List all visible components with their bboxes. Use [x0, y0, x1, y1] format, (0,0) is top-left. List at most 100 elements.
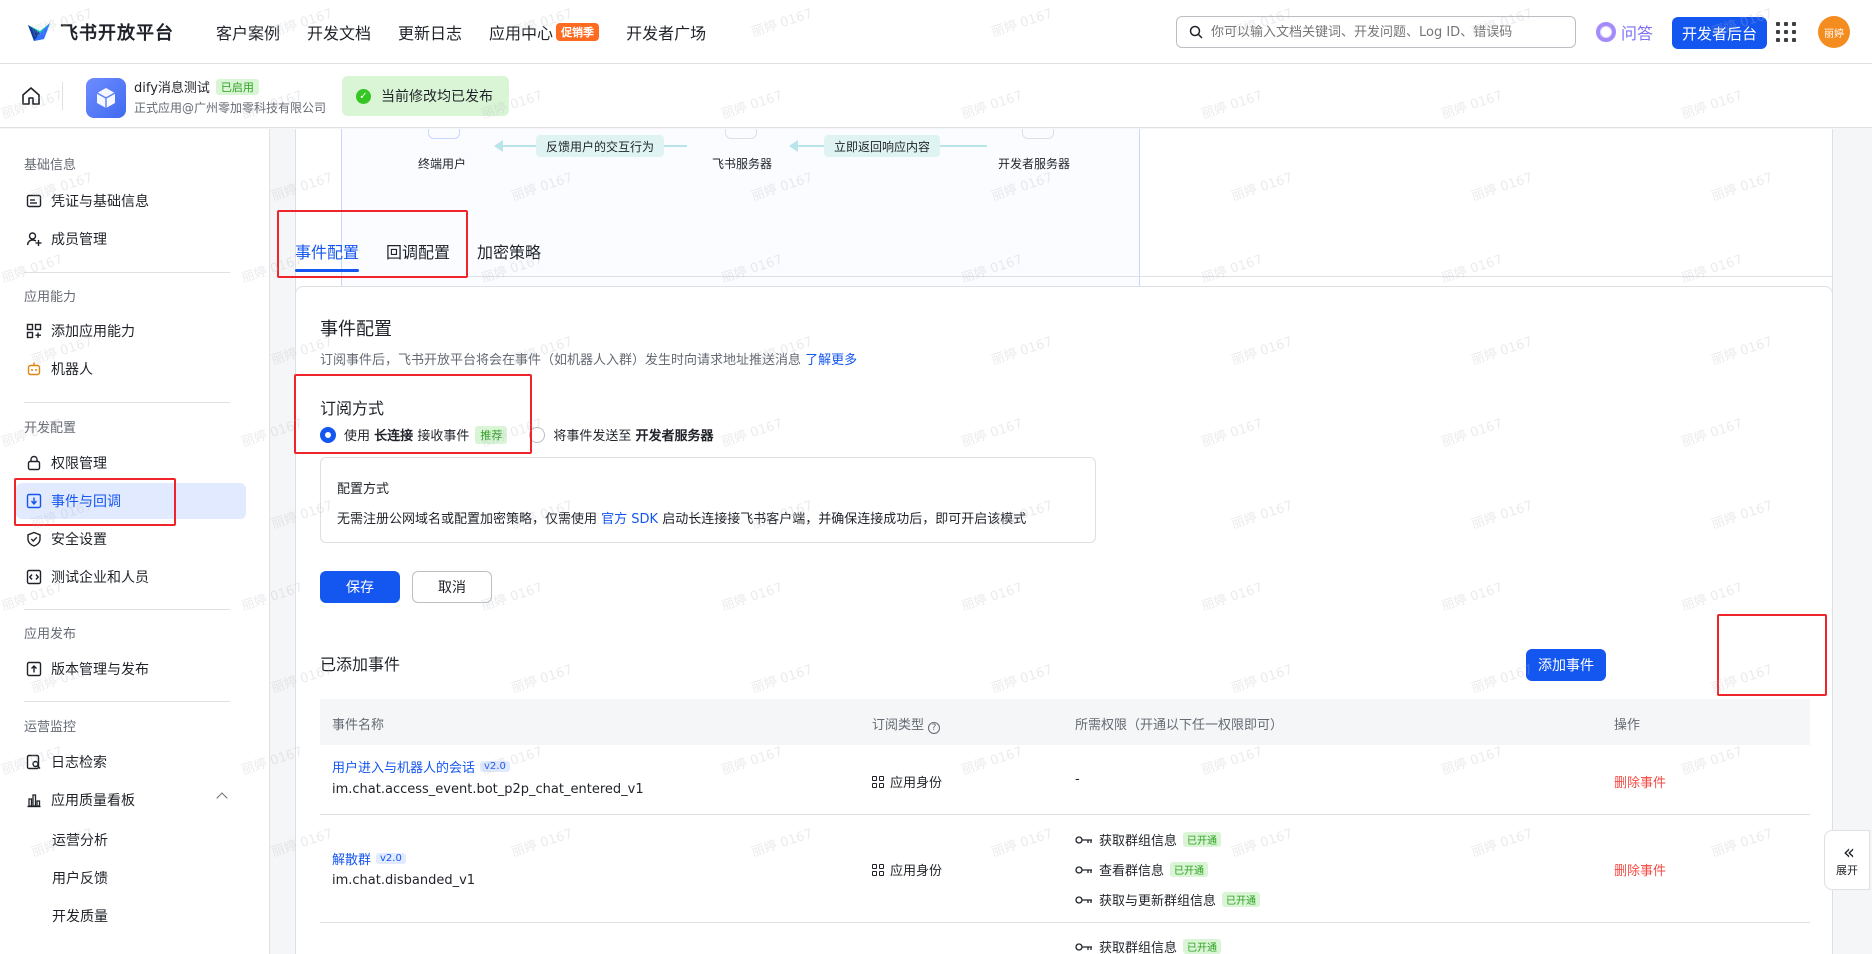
tab-callback-config[interactable]: 回调配置 [386, 239, 450, 263]
sidebar-item-quality[interactable]: 应用质量看板 [16, 782, 246, 818]
sidebar-subitem-feedback[interactable]: 用户反馈 [52, 868, 108, 888]
sidebar-item-test-org[interactable]: 测试企业和人员 [16, 559, 246, 595]
subscription-mode-options: 使用 长连接 接收事件 推荐 将事件发送至 开发者服务器 [320, 425, 714, 444]
end-user-node-icon [428, 129, 460, 139]
home-icon[interactable] [20, 85, 42, 107]
permission-name: 查看群信息 [1099, 864, 1165, 879]
tab-event-config[interactable]: 事件配置 [295, 239, 359, 263]
sidebar-item-label: 凭证与基础信息 [51, 194, 149, 210]
config-method-text-pre: 无需注册公网域名或配置加密策略，仅需使用 [337, 512, 598, 527]
expand-panel-button[interactable]: ‹‹ 展开 [1824, 830, 1870, 890]
robot-icon [26, 361, 42, 377]
official-sdk-link[interactable]: 官方 SDK [601, 512, 658, 527]
help-icon[interactable]: ? [928, 722, 941, 734]
shield-icon [26, 531, 42, 547]
permission-name: 获取与更新群组信息 [1099, 894, 1217, 909]
sidebar-item-label: 成员管理 [51, 232, 107, 248]
delete-event-button[interactable]: 删除事件 [1614, 772, 1666, 791]
flow-node-feishu-server: 飞书服务器 [712, 157, 773, 171]
col-permissions: 所需权限（开通以下任一权限即可） [1075, 718, 1284, 733]
sidebar-item-security[interactable]: 安全设置 [16, 521, 246, 557]
search-input[interactable] [1211, 24, 1575, 40]
section-description-text: 订阅事件后，飞书开放平台将会在事件（如机器人入群）发生时向请求地址推送消息 [320, 353, 802, 368]
radio-dev-server[interactable] [529, 426, 546, 443]
config-method-title: 配置方式 [337, 482, 390, 497]
dev-server-node-icon [1022, 129, 1054, 139]
grid-plus-icon [26, 323, 42, 339]
avatar[interactable]: 丽婷 [1818, 16, 1850, 48]
sidebar-item-events[interactable]: 事件与回调 [16, 483, 246, 519]
flow-arrow-label: 反馈用户的交互行为 [536, 135, 665, 157]
option-long-connection-bold: 长连接 [374, 429, 414, 444]
sidebar-item-add-capability[interactable]: 添加应用能力 [16, 313, 246, 349]
ask-icon [1596, 22, 1616, 42]
nav-link-app-center-label: 应用中心 [489, 23, 554, 43]
nav-link-app-center[interactable]: 应用中心 促销季 [489, 20, 600, 44]
added-events-title: 已添加事件 [320, 655, 401, 674]
sidebar-divider [24, 402, 230, 403]
permission-item: 获取群组信息 已开通 [1075, 830, 1222, 849]
sidebar-item-label: 机器人 [51, 362, 93, 378]
nav-link-changelog[interactable]: 更新日志 [398, 20, 462, 44]
events-table: 事件名称 订阅类型? 所需权限（开通以下任一权限即可） 操作 用户进入与机器人的… [320, 699, 1810, 954]
tab-encryption[interactable]: 加密策略 [477, 239, 541, 263]
save-button[interactable]: 保存 [320, 571, 400, 603]
event-name-link[interactable]: 用户进入与机器人的会话 v2.0 [332, 757, 510, 776]
add-event-button[interactable]: 添加事件 [1526, 649, 1606, 681]
sidebar-item-members[interactable]: 成员管理 [16, 221, 246, 257]
app-header: dify消息测试 已启用 正式应用@广州零加零科技有限公司 ✓ 当前修改均已发布 [0, 64, 1872, 128]
event-name-link[interactable]: 解散群 v2.0 [332, 849, 406, 868]
permission-item: 获取群组信息 已开通 [1075, 937, 1222, 954]
sidebar-item-version[interactable]: 版本管理与发布 [16, 651, 246, 687]
feishu-logo-icon [28, 22, 50, 41]
nav-links: 客户案例 开发文档 更新日志 应用中心 促销季 开发者广场 [216, 20, 733, 44]
upload-icon [26, 661, 42, 677]
permission-item: 获取与更新群组信息 已开通 [1075, 890, 1261, 909]
chevron-up-icon[interactable] [216, 792, 228, 804]
key-icon [1075, 942, 1092, 951]
dev-console-button[interactable]: 开发者后台 [1672, 17, 1768, 49]
subscription-type: 应用身份 [872, 772, 942, 791]
event-code: im.chat.disbanded_v1 [332, 873, 476, 888]
app-name-text: dify消息测试 [134, 81, 210, 96]
sidebar-item-permissions[interactable]: 权限管理 [16, 445, 246, 481]
search-icon [1189, 25, 1203, 39]
ask-button[interactable]: 问答 [1596, 20, 1653, 44]
nav-link-docs[interactable]: 开发文档 [307, 20, 371, 44]
top-navigation: 飞书开放平台 客户案例 开发文档 更新日志 应用中心促销季 开发者广场 问答 开… [0, 0, 1872, 64]
flow-arrow-label: 立即返回响应内容 [824, 135, 941, 157]
nav-link-dev-square[interactable]: 开发者广场 [626, 20, 706, 44]
sidebar-group-release: 应用发布 [24, 627, 77, 642]
nav-link-cases[interactable]: 客户案例 [216, 20, 280, 44]
code-icon [26, 569, 42, 585]
option-long-connection-post: 接收事件 [417, 429, 470, 444]
learn-more-link[interactable]: 了解更多 [805, 353, 857, 368]
sidebar-item-logs[interactable]: 日志检索 [16, 744, 246, 780]
sidebar-item-bot[interactable]: 机器人 [16, 351, 246, 387]
table-header: 事件名称 订阅类型? 所需权限（开通以下任一权限即可） 操作 [320, 699, 1810, 745]
search-box[interactable] [1176, 16, 1576, 48]
published-text: 当前修改均已发布 [381, 89, 493, 105]
recommend-badge: 推荐 [475, 425, 508, 444]
logo[interactable]: 飞书开放平台 [26, 19, 174, 45]
sidebar-subitem-analytics[interactable]: 运营分析 [52, 830, 108, 850]
section-description: 订阅事件后，飞书开放平台将会在事件（如机器人入群）发生时向请求地址推送消息 了解… [320, 349, 857, 368]
subscription-mode-title: 订阅方式 [320, 399, 385, 418]
delete-event-button[interactable]: 删除事件 [1614, 860, 1666, 879]
sidebar-group-dev: 开发配置 [24, 421, 77, 436]
appbar-divider [62, 82, 63, 110]
ask-label: 问答 [1621, 24, 1654, 43]
sidebar-item-label: 事件与回调 [51, 494, 121, 510]
permission-name: 获取群组信息 [1099, 834, 1178, 849]
cancel-button[interactable]: 取消 [412, 571, 492, 603]
apps-grid-icon[interactable] [1776, 22, 1796, 42]
sidebar-subitem-dev-quality[interactable]: 开发质量 [52, 906, 108, 926]
table-row: 用户进入与机器人的会话 v2.0 im.chat.access_event.bot… [320, 745, 1810, 815]
radio-long-connection[interactable] [320, 426, 336, 443]
key-icon [1075, 835, 1092, 844]
col-sub-type-label: 订阅类型 [872, 718, 925, 733]
config-method-text-post: 启动长连接接飞书客户端，并确保连接成功后，即可开启该模式 [662, 512, 1027, 527]
sidebar-item-credentials[interactable]: 凭证与基础信息 [16, 183, 246, 219]
key-icon [1075, 865, 1092, 874]
sidebar-group-basic: 基础信息 [24, 158, 77, 173]
